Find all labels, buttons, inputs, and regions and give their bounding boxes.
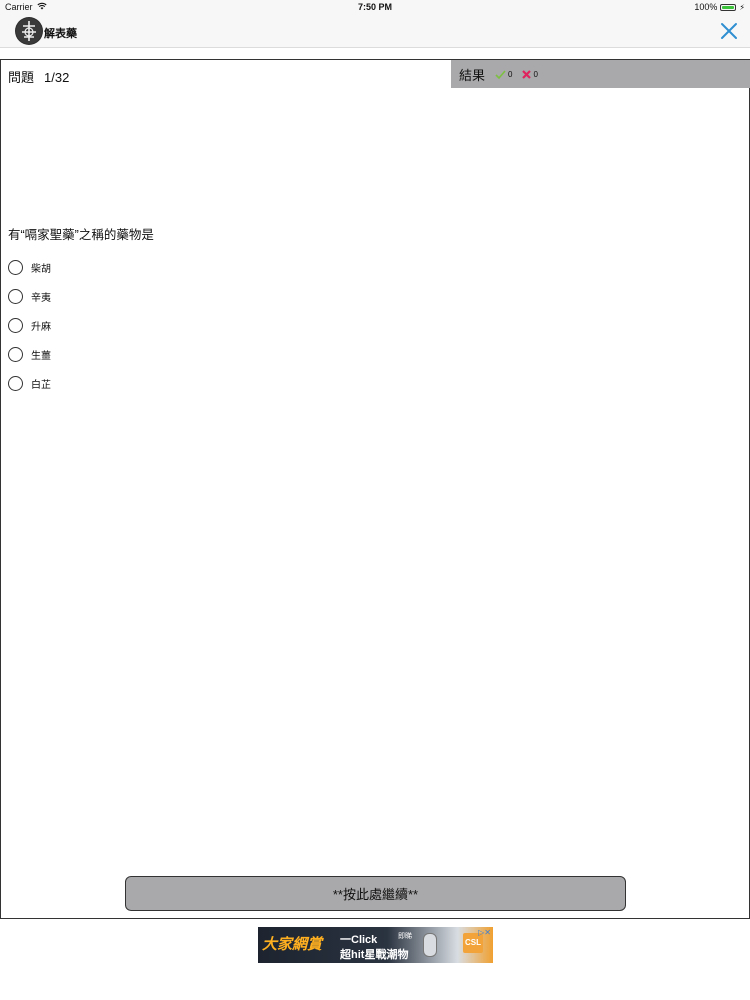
option-5[interactable]: 白芷 (8, 376, 51, 391)
ad-tag: 即睇 (398, 933, 412, 940)
quiz-panel: 問題 1/32 結果 0 0 有“嗝家聖藥”之稱的藥物是 柴胡 辛夷 升麻 生薑 … (0, 59, 750, 919)
continue-button[interactable]: **按此處繼續** (125, 876, 626, 911)
option-4[interactable]: 生薑 (8, 347, 51, 362)
option-label: 生薑 (31, 351, 51, 362)
radio-button[interactable] (8, 260, 23, 275)
nav-bar: 解表藥 (0, 14, 750, 48)
close-button[interactable] (718, 20, 740, 42)
ad-subline: 超hit星戰潮物 (340, 949, 409, 961)
wrong-count: 0 (533, 69, 538, 79)
option-label: 辛夷 (31, 293, 51, 304)
option-label: 升麻 (31, 322, 51, 333)
status-right: 100% ⚡ (694, 2, 745, 12)
radio-button[interactable] (8, 318, 23, 333)
battery-icon (720, 3, 737, 11)
option-label: 白芷 (31, 380, 51, 391)
option-label: 柴胡 (31, 264, 51, 275)
app-logo-icon (15, 17, 43, 45)
question-label: 問題 (8, 70, 35, 85)
question-progress: 1/32 (44, 70, 70, 85)
radio-button[interactable] (8, 347, 23, 362)
radio-button[interactable] (8, 289, 23, 304)
result-box: 結果 0 0 (451, 60, 750, 88)
correct-score: 0 (495, 70, 512, 79)
battery-percent: 100% (694, 2, 718, 12)
status-bar: Carrier 7:50 PM 100% ⚡ (0, 0, 750, 14)
ad-brand: 大家網賞 (262, 936, 323, 953)
result-label: 結果 (459, 67, 486, 83)
question-text: 有“嗝家聖藥”之稱的藥物是 (8, 228, 154, 242)
ad-robot-image (423, 933, 437, 957)
status-time: 7:50 PM (357, 2, 392, 12)
correct-count: 0 (508, 69, 513, 79)
wrong-score: 0 (522, 69, 538, 79)
option-2[interactable]: 辛夷 (8, 289, 51, 304)
option-3[interactable]: 升麻 (8, 318, 51, 333)
charging-icon: ⚡ (739, 2, 745, 12)
close-icon (721, 23, 737, 39)
ad-headline: 一Click (340, 934, 378, 946)
radio-button[interactable] (8, 376, 23, 391)
cross-icon (522, 69, 532, 79)
question-header: 問題 1/32 (8, 67, 79, 86)
battery-fill (722, 5, 735, 9)
page-title: 解表藥 (44, 28, 77, 40)
ad-close-icon[interactable]: ▷✕ (478, 928, 491, 937)
ad-banner[interactable]: 大家網賞 一Click 即睇 超hit星戰潮物 CSL ▷✕ (258, 927, 493, 963)
option-1[interactable]: 柴胡 (8, 260, 51, 275)
check-icon (495, 69, 506, 79)
